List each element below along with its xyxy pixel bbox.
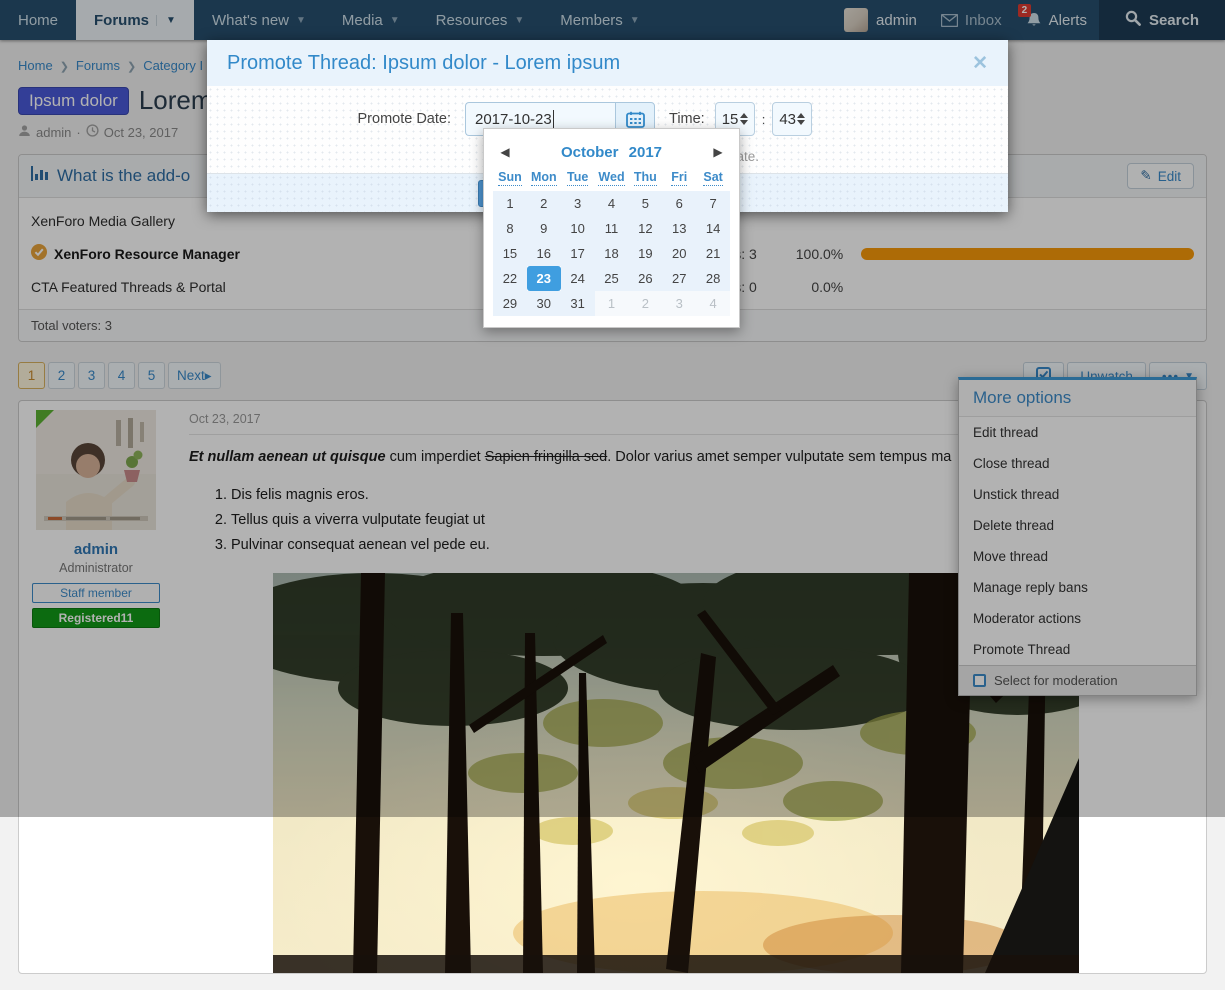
calendar-day[interactable]: 4 [696, 291, 730, 316]
stepper-arrows-icon[interactable] [797, 113, 805, 125]
calendar-day[interactable]: 6 [662, 191, 696, 216]
calendar-day[interactable]: 25 [595, 266, 629, 291]
calendar-dayname-text: Wed [598, 170, 624, 186]
calendar-dayname-fri[interactable]: Fri [662, 170, 696, 188]
calendar-day[interactable]: 27 [662, 266, 696, 291]
calendar-week-row: 22232425262728 [493, 266, 730, 291]
calendar-day[interactable]: 13 [662, 216, 696, 241]
modal-header: Promote Thread: Ipsum dolor - Lorem ipsu… [207, 40, 1008, 86]
calendar-month: October [561, 144, 619, 161]
prev-month-icon[interactable]: ◀ [493, 145, 517, 159]
calendar-day[interactable]: 17 [561, 241, 595, 266]
calendar-day[interactable]: 29 [493, 291, 527, 316]
calendar-day[interactable]: 20 [662, 241, 696, 266]
calendar-day[interactable]: 5 [628, 191, 662, 216]
modal-title: Promote Thread: Ipsum dolor - Lorem ipsu… [227, 52, 620, 75]
calendar-day[interactable]: 31 [561, 291, 595, 316]
calendar-week-row: 2930311234 [493, 291, 730, 316]
calendar-day[interactable]: 18 [595, 241, 629, 266]
promote-date-label: Promote Date: [207, 111, 465, 127]
calendar-month-year: October 2017 [517, 144, 706, 161]
calendar-dayname-text: Tue [567, 170, 588, 186]
calendar-dayname-text: Mon [531, 170, 557, 186]
calendar-week-row: 15161718192021 [493, 241, 730, 266]
calendar-day[interactable]: 26 [628, 266, 662, 291]
calendar-dayname-tue[interactable]: Tue [561, 170, 595, 188]
calendar-day[interactable]: 30 [527, 291, 561, 316]
calendar-day[interactable]: 24 [561, 266, 595, 291]
calendar-day[interactable]: 10 [561, 216, 595, 241]
calendar-header: ◀ October 2017 ▶ [493, 138, 730, 166]
close-icon[interactable]: ✕ [972, 52, 988, 75]
calendar-day[interactable]: 22 [493, 266, 527, 291]
calendar-dayname-text: Sat [703, 170, 722, 186]
calendar-day[interactable]: 28 [696, 266, 730, 291]
calendar-day[interactable]: 19 [628, 241, 662, 266]
text-cursor [553, 110, 554, 128]
calendar-dayname-wed[interactable]: Wed [595, 170, 629, 188]
calendar-day[interactable]: 2 [527, 191, 561, 216]
minute-value: 43 [779, 111, 796, 128]
calendar-dayname-text: Sun [498, 170, 522, 186]
next-month-icon[interactable]: ▶ [706, 145, 730, 159]
time-colon: : [762, 112, 766, 127]
calendar-day[interactable]: 3 [662, 291, 696, 316]
calendar-dayname-text: Thu [634, 170, 657, 186]
calendar-day[interactable]: 9 [527, 216, 561, 241]
date-picker-popup: ◀ October 2017 ▶ SunMonTueWedThuFriSat 1… [483, 128, 740, 328]
calendar-day[interactable]: 21 [696, 241, 730, 266]
stepper-arrows-icon[interactable] [740, 113, 748, 125]
calendar-day[interactable]: 4 [595, 191, 629, 216]
calendar-year: 2017 [629, 144, 662, 161]
calendar-dayname-text: Fri [671, 170, 687, 186]
calendar-day[interactable]: 3 [561, 191, 595, 216]
hour-value: 15 [722, 111, 739, 128]
calendar-dayname-sun[interactable]: Sun [493, 170, 527, 188]
calendar-day[interactable]: 12 [628, 216, 662, 241]
calendar-dayname-sat[interactable]: Sat [696, 170, 730, 188]
calendar-icon [626, 111, 645, 128]
calendar-day-names: Sun Mon Tue Wed Thu Fri Sat [493, 170, 730, 188]
calendar-day[interactable]: 8 [493, 216, 527, 241]
promote-date-value: 2017-10-23 [475, 111, 552, 128]
calendar-grid: 1234567891011121314151617181920212223242… [493, 191, 730, 316]
calendar-day[interactable]: 15 [493, 241, 527, 266]
calendar-day[interactable]: 14 [696, 216, 730, 241]
calendar-dayname-thu[interactable]: Thu [628, 170, 662, 188]
calendar-week-row: 1234567 [493, 191, 730, 216]
calendar-day-selected[interactable]: 23 [527, 266, 561, 291]
calendar-day[interactable]: 16 [527, 241, 561, 266]
calendar-day[interactable]: 1 [595, 291, 629, 316]
calendar-day[interactable]: 11 [595, 216, 629, 241]
calendar-day[interactable]: 7 [696, 191, 730, 216]
minute-stepper[interactable]: 43 [772, 102, 812, 136]
time-label: Time: [669, 111, 705, 127]
calendar-dayname-mon[interactable]: Mon [527, 170, 561, 188]
calendar-day[interactable]: 2 [628, 291, 662, 316]
calendar-day[interactable]: 1 [493, 191, 527, 216]
promote-thread-modal: Promote Thread: Ipsum dolor - Lorem ipsu… [207, 40, 1008, 212]
calendar-week-row: 891011121314 [493, 216, 730, 241]
